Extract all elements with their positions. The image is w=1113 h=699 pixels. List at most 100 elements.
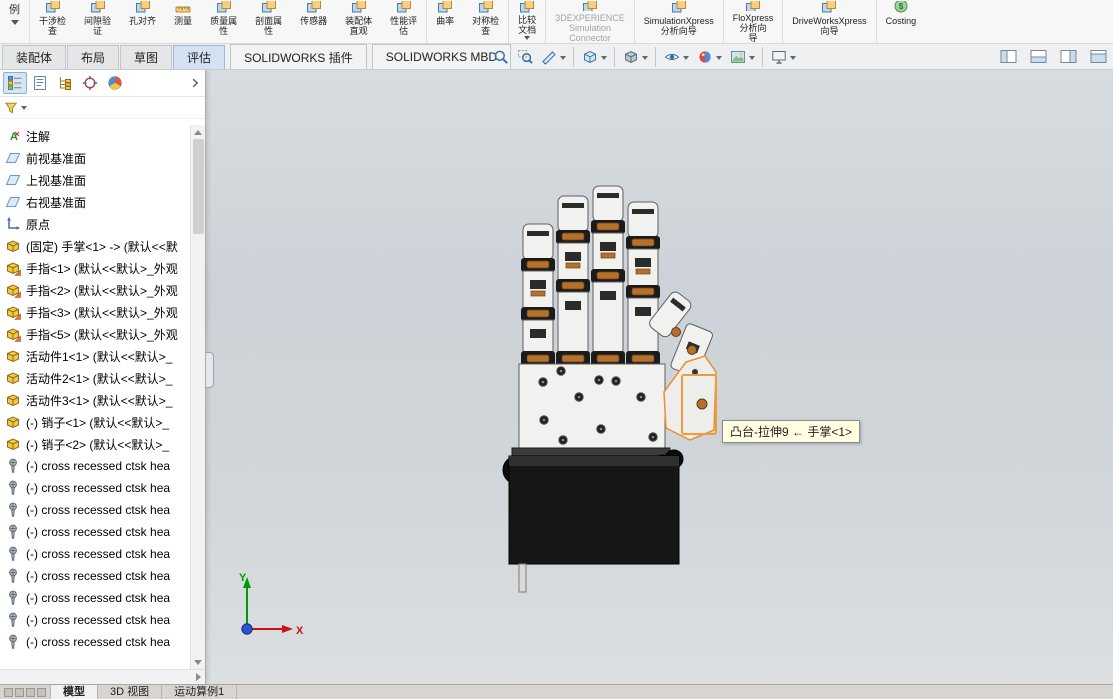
pane-bottom-icon bbox=[1030, 49, 1047, 64]
tree-item[interactable]: 右视基准面 bbox=[0, 191, 190, 213]
ribbon-button[interactable]: 性能评 估 bbox=[381, 0, 426, 43]
ribbon-button[interactable]: 质量属 性 bbox=[201, 0, 246, 43]
ribbon-button[interactable]: FloXpress 分析向 导 bbox=[722, 0, 783, 43]
selected-boss-extrude-face[interactable] bbox=[663, 355, 717, 441]
tree-scrollbar[interactable] bbox=[190, 125, 205, 669]
ribbon-button[interactable]: 干涉检 查 bbox=[30, 0, 75, 43]
view-tool-button[interactable] bbox=[693, 47, 726, 67]
robot-hand-fingers[interactable] bbox=[521, 185, 660, 366]
panel-tab[interactable] bbox=[53, 72, 77, 94]
tree-item[interactable]: (固定) 手掌<1> -> (默认<<默 bbox=[0, 235, 190, 257]
tree-item[interactable]: (-) cross recessed ctsk hea bbox=[0, 499, 190, 521]
ribbon-button[interactable]: 间隙验 证 bbox=[75, 0, 120, 43]
ribbon-button[interactable]: 比较 文档 bbox=[508, 0, 545, 43]
document-pane-tab[interactable]: 运动算例1 bbox=[162, 685, 238, 699]
pane-control-button[interactable] bbox=[1090, 49, 1107, 64]
view-tool-button[interactable] bbox=[537, 47, 570, 67]
pane-control-button[interactable] bbox=[1060, 49, 1077, 64]
pane-control-button[interactable] bbox=[1030, 49, 1047, 64]
scroll-thumb[interactable] bbox=[193, 139, 204, 234]
panel-tab[interactable] bbox=[3, 72, 27, 94]
tree-item[interactable]: 手指<2> (默认<<默认>_外观 bbox=[0, 279, 190, 301]
ribbon-overflow-button[interactable]: 例 bbox=[0, 0, 30, 43]
tree-item[interactable]: (-) cross recessed ctsk hea bbox=[0, 609, 190, 631]
view-tool-button[interactable] bbox=[762, 47, 800, 67]
panel-splitter-handle[interactable] bbox=[206, 352, 214, 388]
scroll-right-button[interactable] bbox=[191, 670, 205, 684]
chevron-right-icon[interactable] bbox=[187, 77, 203, 89]
tree-item-label: 右视基准面 bbox=[26, 195, 87, 210]
tree-item[interactable]: (-) cross recessed ctsk hea bbox=[0, 543, 190, 565]
tree-item[interactable]: 手指<3> (默认<<默认>_外观 bbox=[0, 301, 190, 323]
commandmanager-tab[interactable]: SOLIDWORKS 插件 bbox=[230, 44, 367, 69]
ribbon-button[interactable]: 剖面属 性 bbox=[246, 0, 291, 43]
panel-tab[interactable] bbox=[78, 72, 102, 94]
ribbon-button-label: 3DEXPERIENCE Simulation Connector bbox=[555, 13, 625, 43]
tab-scroll-button[interactable] bbox=[15, 687, 24, 697]
view-tool-button[interactable] bbox=[655, 47, 693, 67]
view-tool-button[interactable] bbox=[513, 47, 537, 67]
tree-item[interactable]: 活动件1<1> (默认<<默认>_ bbox=[0, 345, 190, 367]
tab-scroll-button[interactable] bbox=[26, 687, 35, 697]
tree-item[interactable]: (-) 销子<2> (默认<<默认>_ bbox=[0, 433, 190, 455]
document-pane-tab[interactable]: 3D 视图 bbox=[98, 685, 163, 699]
tab-scroll-button[interactable] bbox=[4, 687, 13, 697]
tree-hscrollbar[interactable] bbox=[0, 669, 205, 684]
tree-item[interactable]: 手指<5> (默认<<默认>_外观 bbox=[0, 323, 190, 345]
ribbon-button[interactable]: DriveWorksXpress 向导 bbox=[782, 0, 875, 43]
tree-item-label: (-) cross recessed ctsk hea bbox=[26, 635, 171, 649]
view-tool-button[interactable] bbox=[573, 47, 611, 67]
tree-item[interactable]: (-) cross recessed ctsk hea bbox=[0, 565, 190, 587]
tree-item[interactable]: (-) 销子<1> (默认<<默认>_ bbox=[0, 411, 190, 433]
scroll-up-button[interactable] bbox=[191, 125, 205, 139]
ribbon-button[interactable]: 装配体 直观 bbox=[336, 0, 381, 43]
base-unit[interactable] bbox=[502, 447, 684, 593]
tree-item[interactable]: (-) cross recessed ctsk hea bbox=[0, 631, 190, 653]
view-tool-button[interactable] bbox=[614, 47, 652, 67]
ribbon-button[interactable]: 对称检 查 bbox=[463, 0, 508, 43]
feature-tooltip: 凸台-拉伸9 ← 手掌<1> bbox=[722, 420, 861, 443]
commandmanager-tab[interactable]: 装配体 bbox=[2, 45, 67, 69]
panel-tab[interactable] bbox=[28, 72, 52, 94]
tree-item[interactable]: 手指<1> (默认<<默认>_外观 bbox=[0, 257, 190, 279]
tree-item-label: 手指<1> (默认<<默认>_外观 bbox=[26, 261, 178, 276]
tree-item-label: (-) cross recessed ctsk hea bbox=[26, 481, 171, 495]
tree-item[interactable]: 活动件2<1> (默认<<默认>_ bbox=[0, 367, 190, 389]
scroll-down-button[interactable] bbox=[191, 655, 205, 669]
tree-item[interactable]: 前视基准面 bbox=[0, 147, 190, 169]
tree-item[interactable]: 原点 bbox=[0, 213, 190, 235]
commandmanager-tab[interactable]: 布局 bbox=[67, 45, 120, 69]
measure-icon bbox=[174, 1, 192, 14]
ribbon-button[interactable]: 曲率 bbox=[426, 0, 463, 43]
panel-header bbox=[0, 70, 205, 97]
pane-control-button[interactable] bbox=[1000, 49, 1017, 64]
tree-item[interactable]: 上视基准面 bbox=[0, 169, 190, 191]
tab-scroll-button[interactable] bbox=[37, 687, 46, 697]
ribbon-button[interactable]: 测量 bbox=[165, 0, 201, 43]
tree-item[interactable]: (-) cross recessed ctsk hea bbox=[0, 587, 190, 609]
tree-item[interactable]: (-) cross recessed ctsk hea bbox=[0, 521, 190, 543]
panel-tab[interactable] bbox=[103, 72, 127, 94]
tree-item[interactable]: 活动件3<1> (默认<<默认>_ bbox=[0, 389, 190, 411]
assembly-visualization-icon bbox=[350, 1, 368, 14]
commandmanager-tab[interactable]: 草图 bbox=[120, 45, 173, 69]
document-pane-tab[interactable]: 模型 bbox=[51, 685, 98, 699]
commandmanager-tab[interactable]: 评估 bbox=[173, 45, 226, 69]
view-tool-button[interactable] bbox=[489, 47, 513, 67]
tree-item[interactable]: A 注解 bbox=[0, 125, 190, 147]
scroll-track[interactable] bbox=[191, 139, 205, 655]
ribbon-button[interactable]: 3DEXPERIENCE Simulation Connector bbox=[545, 0, 634, 43]
hscroll-track[interactable] bbox=[0, 670, 191, 684]
ribbon-button[interactable]: SimulationXpress 分析向导 bbox=[633, 0, 723, 43]
ribbon-button[interactable]: $ Costing bbox=[875, 0, 926, 43]
tree-item-label: 原点 bbox=[26, 217, 51, 232]
tree-item[interactable]: (-) cross recessed ctsk hea bbox=[0, 477, 190, 499]
tree-item-label: 手指<3> (默认<<默认>_外观 bbox=[26, 305, 178, 320]
ribbon-button-label: 装配体 直观 bbox=[345, 16, 373, 36]
ribbon-button[interactable]: 传感器 bbox=[291, 0, 336, 43]
featuremanager-filter[interactable] bbox=[0, 97, 205, 119]
tree-item[interactable]: (-) cross recessed ctsk hea bbox=[0, 455, 190, 477]
dimxpert-icon bbox=[82, 75, 98, 91]
view-tool-button[interactable] bbox=[726, 47, 759, 67]
ribbon-button[interactable]: 孔对齐 bbox=[120, 0, 165, 43]
